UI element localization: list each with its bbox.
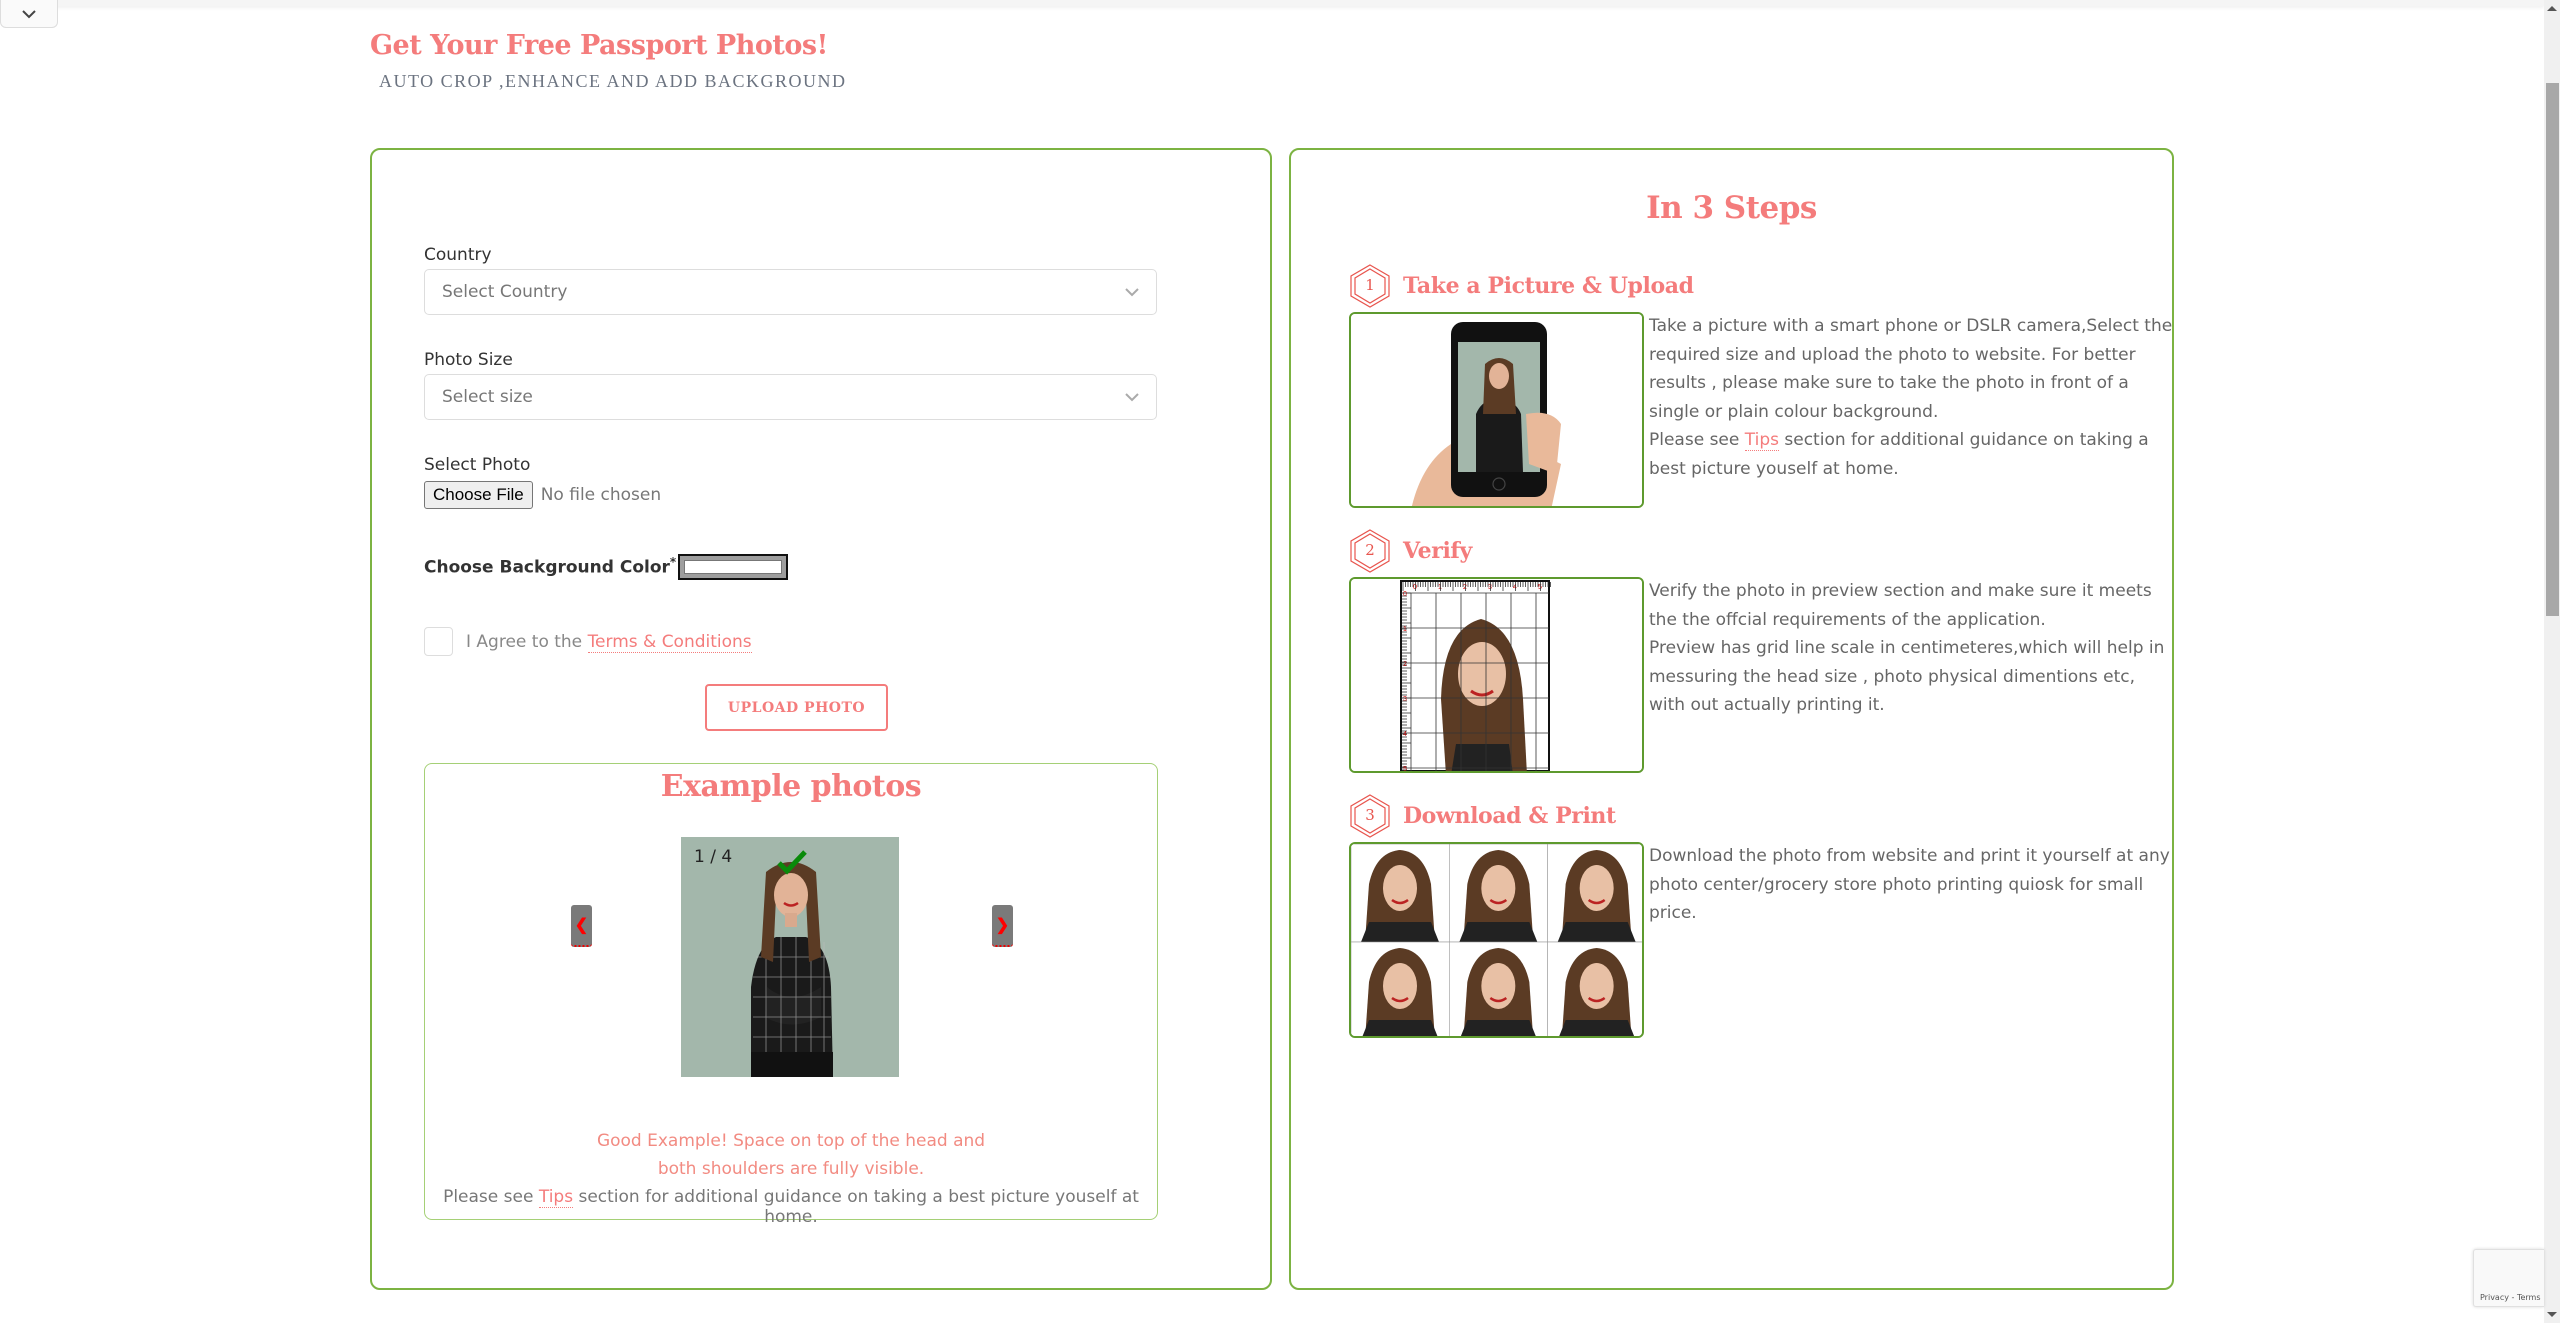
scroll-down-arrow-icon[interactable] (2547, 1312, 2557, 1317)
step-2-number: 2 (1365, 541, 1375, 559)
step-1-tips: Please see Tips section for additional g… (1649, 426, 2174, 483)
collapse-toggle-button[interactable] (0, 0, 58, 28)
step-3-text: Download the photo from website and prin… (1649, 846, 2170, 923)
tips-prefix: Please see (1649, 430, 1745, 450)
ruler-tick-label: 0 (1413, 584, 1417, 591)
background-color-swatch (684, 560, 782, 574)
upload-form-panel: Country Select Country Photo Size Select… (370, 148, 1272, 1290)
ruler-tick-label: 3 (1403, 696, 1407, 703)
recaptcha-links[interactable]: Privacy - Terms (2480, 1293, 2541, 1302)
country-select-placeholder: Select Country (442, 282, 568, 302)
steps-title: In 3 Steps (1646, 190, 1817, 226)
tips-link[interactable]: Tips (1744, 430, 1779, 451)
carousel-next-button[interactable]: ❯ (992, 905, 1013, 947)
step-3-description: Download the photo from website and prin… (1649, 842, 2174, 928)
example-photos-box: Example photos ❮ 1 / 4 ❯ Good Example! S… (424, 763, 1158, 1227)
page-subtitle: AUTO CROP ,ENHANCE AND ADD BACKGROUND (379, 71, 847, 91)
select-photo-label: Select Photo (424, 455, 531, 475)
checkmark-icon (777, 850, 807, 875)
tips-prefix: Please see (443, 1187, 539, 1207)
hexagon-icon: 3 (1349, 794, 1391, 838)
top-bar (0, 0, 2544, 6)
step-1-text: Take a picture with a smart phone or DSL… (1649, 316, 2173, 422)
photo-size-select[interactable]: Select size (424, 374, 1157, 420)
scroll-up-arrow-icon[interactable] (2547, 6, 2557, 11)
step-2-header: 2 Verify (1349, 529, 1472, 573)
hexagon-icon: 2 (1349, 529, 1391, 573)
step-3-title: Download & Print (1403, 803, 1616, 829)
print-photo-tile (1547, 941, 1642, 1036)
background-color-picker[interactable] (678, 554, 788, 580)
terms-agreement-row: I Agree to the Terms & Conditions (424, 627, 752, 656)
ruler-tick-label: 2 (1463, 584, 1467, 591)
step-1-image (1349, 312, 1644, 508)
photo-size-label: Photo Size (424, 350, 513, 370)
ruler-tick-label: 4 (1513, 584, 1517, 591)
step-2-description: Verify the photo in preview section and … (1649, 577, 2174, 720)
print-sheet-image (1351, 844, 1642, 1036)
country-label: Country (424, 245, 492, 265)
tips-hint: Please see Tips section for additional g… (425, 1187, 1157, 1227)
chevron-down-icon (1125, 288, 1139, 297)
tips-link[interactable]: Tips (538, 1187, 574, 1208)
phone-in-hand-image (1351, 314, 1642, 506)
step-1-description: Take a picture with a smart phone or DSL… (1649, 312, 2174, 483)
ruler-tick-label: 0 (1403, 591, 1407, 598)
step-2-title: Verify (1403, 538, 1472, 564)
carousel-prev-button[interactable]: ❮ (571, 905, 592, 947)
ruler-tick-label: 1 (1438, 584, 1442, 591)
print-photo-tile (1547, 844, 1642, 943)
slide-counter: 1 / 4 (694, 847, 733, 867)
step-1-number: 1 (1365, 276, 1375, 294)
example-caption: Good Example! Space on top of the head a… (596, 1131, 986, 1179)
print-photo-tile (1351, 844, 1450, 943)
scrollbar-thumb[interactable] (2546, 83, 2559, 616)
step-3-image (1349, 842, 1644, 1038)
chevron-right-icon: ❯ (995, 917, 1010, 934)
terms-checkbox[interactable] (424, 627, 453, 656)
page-title: Get Your Free Passport Photos! (370, 30, 828, 61)
grid-preview-image: 001122334455 (1351, 579, 1642, 771)
vertical-scrollbar[interactable] (2544, 0, 2560, 1323)
hexagon-icon: 1 (1349, 264, 1391, 308)
chevron-down-icon (22, 9, 36, 18)
file-input: Choose File No file chosen (424, 481, 661, 509)
choose-file-button[interactable]: Choose File (424, 481, 533, 509)
file-status-text: No file chosen (540, 485, 662, 505)
print-photo-tile (1449, 941, 1548, 1036)
step-1-header: 1 Take a Picture & Upload (1349, 264, 1694, 308)
country-select[interactable]: Select Country (424, 269, 1157, 315)
tips-suffix: section for additional guidance on takin… (573, 1187, 1139, 1227)
print-photo-tile (1449, 844, 1548, 943)
terms-agreement-text: I Agree to the Terms & Conditions (466, 631, 752, 653)
step-3-header: 3 Download & Print (1349, 794, 1616, 838)
chevron-down-icon (1125, 393, 1139, 402)
print-photo-tile (1351, 941, 1450, 1036)
background-color-label: Choose Background Color* : (424, 555, 689, 578)
step-1-title: Take a Picture & Upload (1403, 273, 1694, 299)
step-3-number: 3 (1365, 806, 1375, 824)
upload-photo-button[interactable]: UPLOAD PHOTO (705, 684, 888, 731)
step-2-image: 001122334455 (1349, 577, 1644, 773)
background-color-label-text: Choose Background Color (424, 557, 670, 578)
step-2-text: Verify the photo in preview section and … (1649, 581, 2152, 630)
terms-conditions-link[interactable]: Terms & Conditions (587, 631, 752, 653)
example-photos-title: Example photos (660, 769, 922, 804)
photo-size-select-placeholder: Select size (442, 387, 533, 407)
terms-prefix: I Agree to the (466, 631, 588, 652)
chevron-left-icon: ❮ (574, 917, 589, 934)
example-photo-slide: 1 / 4 (681, 837, 899, 1077)
ruler-tick-label: 3 (1488, 584, 1492, 591)
steps-panel: In 3 Steps 1 Take a Picture & Upload Tak… (1289, 148, 2174, 1290)
step-2-text-2: Preview has grid line scale in centimete… (1649, 638, 2165, 715)
ruler-tick-label: 5 (1538, 584, 1542, 591)
recaptcha-badge[interactable]: Privacy - Terms (2473, 1249, 2544, 1307)
